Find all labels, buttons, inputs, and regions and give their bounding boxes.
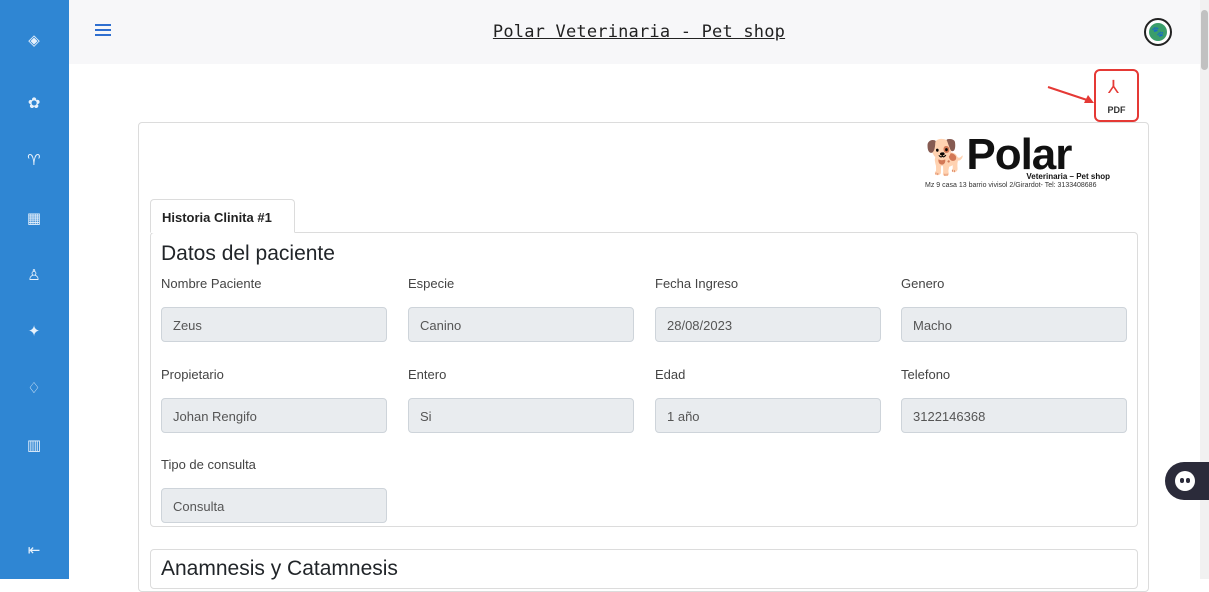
bone-icon[interactable]: ♢ [22, 376, 46, 400]
propietario-field[interactable]: Johan Rengifo [161, 398, 387, 433]
polar-logo: 🐕Polar Veterinaria – Pet shop Mz 9 casa … [925, 130, 1135, 196]
fecha-ingreso-label: Fecha Ingreso [655, 276, 739, 291]
arrow-icon [1047, 86, 1094, 103]
anamnesis-panel: Anamnesis y Catamnesis [150, 549, 1138, 589]
genero-field[interactable]: Macho [901, 307, 1127, 342]
tipo-consulta-label: Tipo de consulta [161, 457, 256, 472]
paw-icon[interactable]: ✿ [22, 91, 46, 115]
dog-icon: 🐾 [1149, 23, 1167, 41]
pdf-button-label: PDF [1107, 105, 1126, 115]
logo-subtitle: Veterinaria – Pet shop [1026, 172, 1110, 181]
entero-label: Entero [408, 367, 447, 382]
section-title: Anamnesis y Catamnesis [161, 557, 398, 580]
entero-field[interactable]: Si [408, 398, 634, 433]
nombre-label: Nombre Paciente [161, 276, 262, 291]
avatar[interactable]: 🐾 [1144, 18, 1172, 46]
tipo-consulta-field[interactable]: Consulta [161, 488, 387, 523]
chat-widget-button[interactable] [1165, 462, 1209, 500]
tab-historia-clinica[interactable]: Historia Clinita #1 [150, 199, 295, 233]
pet-icon[interactable]: ♈ [22, 148, 46, 172]
sidebar: ◈ ✿ ♈ ▦ ♙ ✦ ♢ ▥ ⇤ [0, 0, 69, 579]
user-icon[interactable]: ♙ [22, 263, 46, 287]
nombre-field[interactable]: Zeus [161, 307, 387, 342]
layers-icon[interactable]: ◈ [22, 28, 46, 52]
especie-field[interactable]: Canino [408, 307, 634, 342]
especie-label: Especie [408, 276, 455, 291]
logout-icon[interactable]: ⇤ [22, 538, 46, 562]
section-title: Datos del paciente [161, 242, 335, 265]
logo-address: Mz 9 casa 13 barrio vivisol 2/Girardot- … [925, 182, 1097, 189]
pdf-icon: ⅄ [1108, 77, 1119, 98]
page-title: Polar Veterinaria - Pet shop [492, 22, 786, 42]
edad-label: Edad [655, 367, 686, 382]
genero-label: Genero [901, 276, 945, 291]
telefono-field[interactable]: 3122146368 [901, 398, 1127, 433]
fecha-ingreso-field[interactable]: 28/08/2023 [655, 307, 881, 342]
chart-icon[interactable]: ▥ [22, 433, 46, 457]
top-bar: Polar Veterinaria - Pet shop 🐾 [69, 0, 1209, 64]
scrollbar-thumb[interactable] [1201, 10, 1208, 70]
edad-field[interactable]: 1 año [655, 398, 881, 433]
pills-icon[interactable]: ✦ [22, 319, 46, 343]
calendar-icon[interactable]: ▦ [22, 206, 46, 230]
telefono-label: Telefono [901, 367, 951, 382]
dog-logo-icon: 🐕 [925, 139, 967, 177]
chat-bot-icon [1175, 471, 1195, 491]
propietario-label: Propietario [161, 367, 224, 382]
pdf-export-button[interactable]: ⅄ PDF [1094, 69, 1139, 122]
patient-data-panel: Datos del paciente Nombre Paciente Zeus … [150, 232, 1138, 527]
